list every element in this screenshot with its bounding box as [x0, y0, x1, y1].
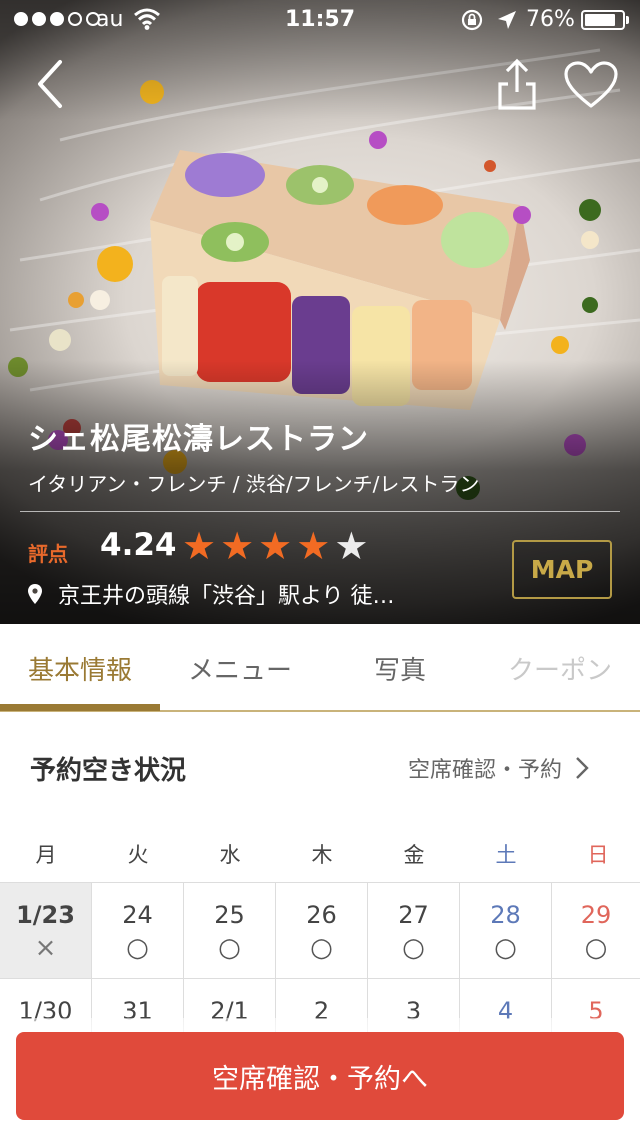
- access-info: 京王井の頭線「渋谷」駅より 徒…: [28, 578, 395, 610]
- score-label: 評点: [28, 542, 68, 566]
- calendar-day-cell[interactable]: 27 ○: [368, 883, 460, 978]
- weekday-fri: 金: [403, 842, 425, 867]
- weekday-sat: 土: [495, 842, 517, 867]
- weekday-mon: 月: [35, 842, 57, 867]
- battery-icon: [581, 10, 625, 30]
- check-availability-label: 空席確認・予約: [408, 758, 563, 783]
- weekday-tue: 火: [127, 842, 149, 867]
- available-mark: ○: [584, 933, 608, 963]
- available-mark: ○: [126, 933, 149, 963]
- star-filled-icon: ★: [258, 524, 293, 568]
- calendar-day-cell[interactable]: 24 ○: [92, 883, 184, 978]
- battery-percentage: 76%: [526, 7, 575, 32]
- calendar-date: 1/23: [16, 901, 75, 929]
- battery-tip: [626, 16, 629, 24]
- status-bar: au 11:57 76%: [0, 0, 640, 40]
- available-mark: ○: [310, 933, 333, 963]
- restaurant-name: シェ松尾松濤レストラン: [28, 422, 369, 457]
- score-value: 4.24: [100, 527, 177, 563]
- calendar-day-cell[interactable]: 25 ○: [184, 883, 276, 978]
- calendar-date: 27: [398, 901, 429, 929]
- map-button[interactable]: MAP: [512, 540, 612, 599]
- location-arrow-icon: [498, 11, 516, 29]
- chevron-right-icon: [576, 757, 589, 779]
- tab-menu[interactable]: メニュー: [160, 624, 320, 712]
- star-filled-icon: ★: [220, 524, 255, 568]
- back-chevron-icon[interactable]: [30, 56, 80, 112]
- star-filled-icon: ★: [296, 524, 331, 568]
- calendar-day-cell[interactable]: 26 ○: [276, 883, 368, 978]
- calendar-date: 26: [306, 901, 337, 929]
- restaurant-genre: イタリアン・フレンチ / 渋谷/フレンチ/レストラン: [28, 472, 480, 496]
- available-mark: ○: [218, 933, 241, 963]
- star-empty-icon: ★: [334, 524, 369, 568]
- tab-basic-info[interactable]: 基本情報: [0, 624, 160, 712]
- calendar-day-cell[interactable]: 1/23 ×: [0, 883, 92, 978]
- calendar-day-cell[interactable]: 29 ○: [552, 883, 640, 978]
- tab-bar: 基本情報 メニュー 写真 クーポン: [0, 624, 640, 712]
- access-text: 京王井の頭線「渋谷」駅より 徒…: [58, 584, 395, 609]
- availability-title: 予約空き状況: [30, 756, 187, 786]
- check-availability-link[interactable]: 空席確認・予約: [408, 752, 590, 784]
- calendar-date: 28: [490, 901, 521, 929]
- weekday-header: 月 火 水 木 金 土 日: [0, 825, 640, 882]
- hero-divider: [20, 511, 620, 512]
- heart-icon[interactable]: [563, 60, 619, 110]
- calendar-day-cell[interactable]: 28 ○: [460, 883, 552, 978]
- tab-photos[interactable]: 写真: [320, 624, 480, 712]
- reserve-button[interactable]: 空席確認・予約へ: [16, 1032, 624, 1120]
- available-mark: ○: [494, 933, 517, 963]
- active-tab-indicator: [0, 704, 160, 711]
- weekday-sun: 日: [587, 842, 609, 867]
- tab-coupon[interactable]: クーポン: [480, 624, 640, 712]
- calendar-date: 29: [580, 901, 612, 929]
- location-pin-icon: [28, 584, 42, 604]
- available-mark: ○: [402, 933, 425, 963]
- weekday-wed: 水: [219, 842, 241, 867]
- unavailable-mark: ×: [34, 933, 57, 963]
- rating-stars: ★ ★ ★ ★ ★: [182, 526, 368, 566]
- calendar-date: 24: [122, 901, 153, 929]
- calendar-date: 25: [214, 901, 245, 929]
- star-filled-icon: ★: [182, 524, 217, 568]
- share-icon[interactable]: [492, 56, 542, 112]
- weekday-thu: 木: [311, 842, 333, 867]
- rotation-lock-icon: [461, 9, 483, 31]
